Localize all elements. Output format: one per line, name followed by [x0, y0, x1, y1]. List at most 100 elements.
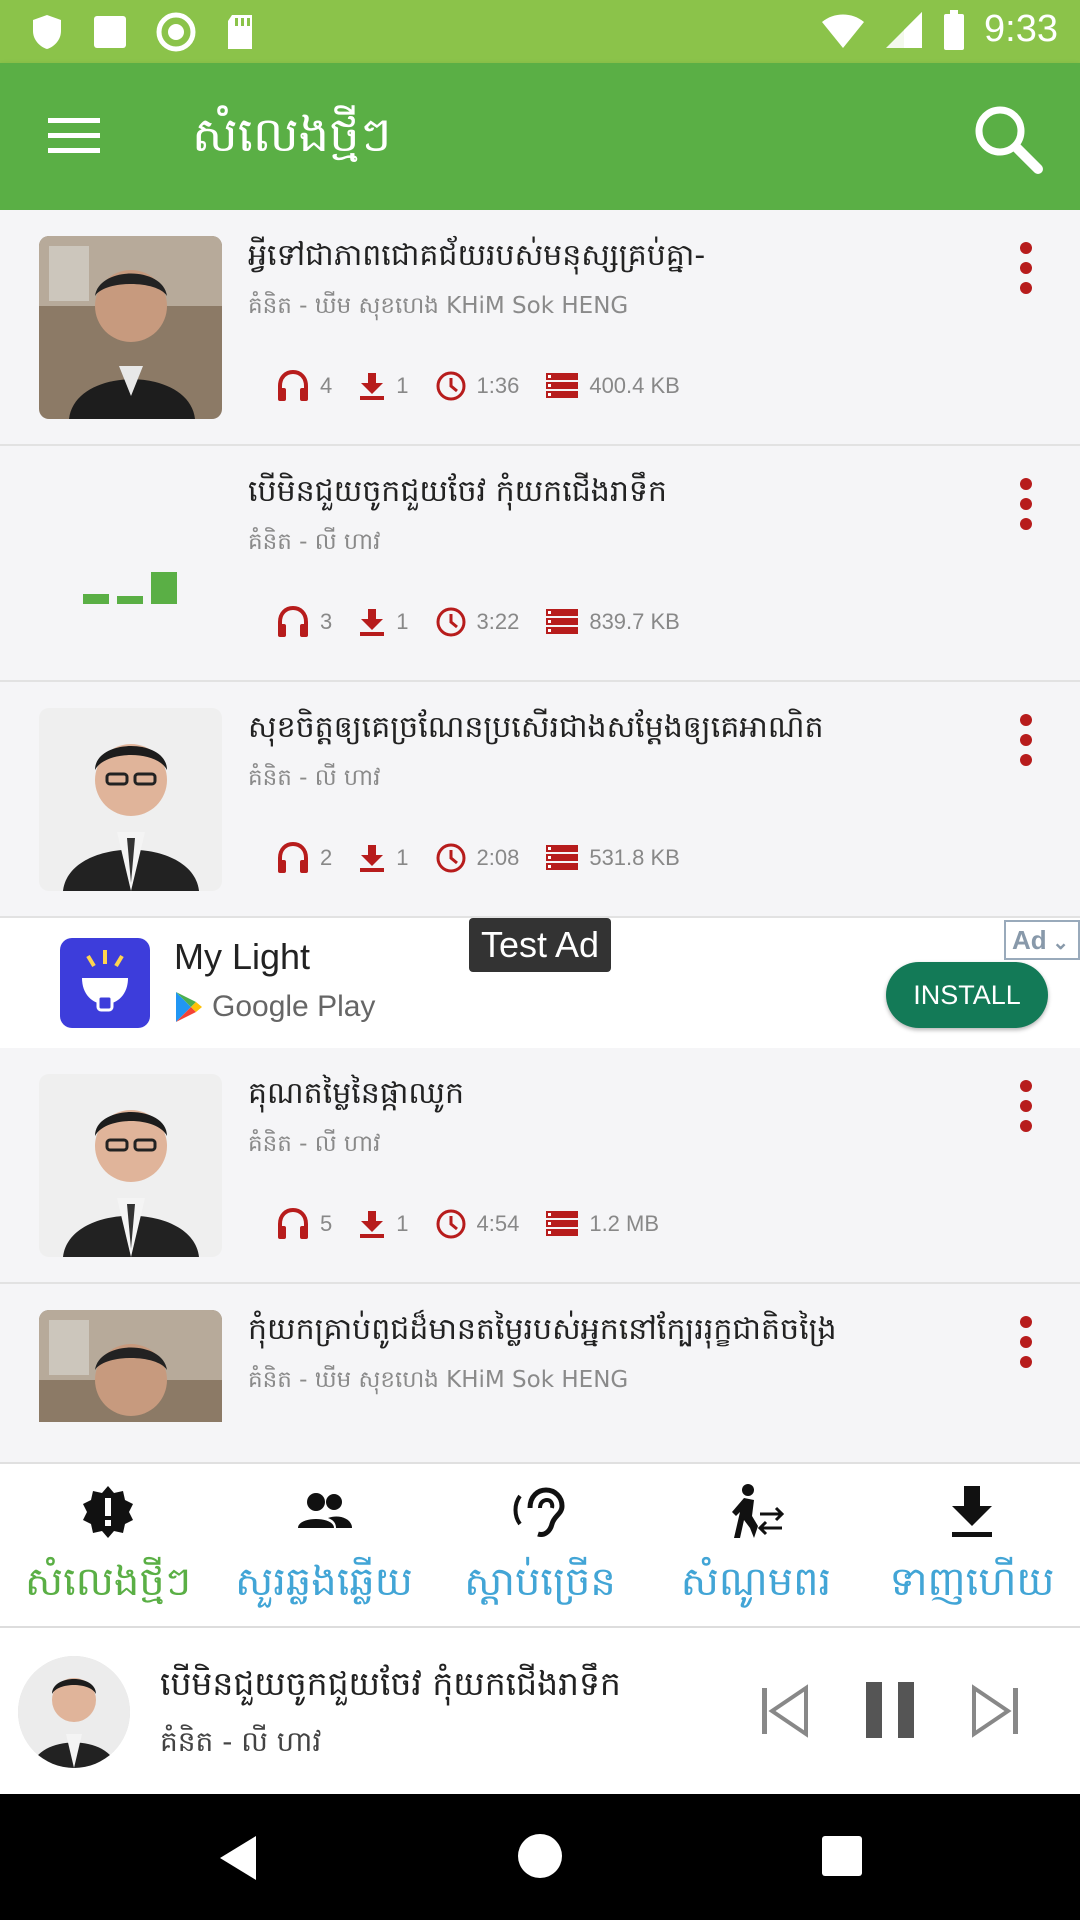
file-size: 400.4 KB [589, 373, 680, 398]
tab-label: សំលេងថ្មីៗ [24, 1559, 191, 1605]
thumbnail [39, 1074, 222, 1257]
headphones-icon [278, 842, 308, 873]
item-title: កុំយកគ្រាប់ពូជដ៏មានតម្លៃរបស់អ្នកនៅក្បែររ… [248, 1312, 837, 1347]
clock-icon [436, 1209, 465, 1239]
tab-qa[interactable]: សួរឆ្លងឆ្លើយ [216, 1464, 432, 1628]
thumbnail [39, 1310, 222, 1422]
ad-store-label: Google Play [212, 990, 376, 1023]
storage-icon [546, 845, 579, 870]
item-author: គំនិត - លី ហាវ [248, 765, 381, 791]
item-stats: 5 1 4:54 1.2 MB [276, 1208, 685, 1240]
headphones-icon [278, 1208, 308, 1239]
item-author: គំនិត - លី ហាវ [248, 529, 381, 555]
now-playing-icon [39, 472, 222, 655]
download-small-icon [360, 373, 385, 400]
headphones-icon [278, 606, 308, 637]
square-icon [94, 16, 126, 48]
listen-count: 2 [320, 845, 333, 870]
skip-previous-icon[interactable] [758, 1682, 812, 1740]
battery-icon [944, 9, 965, 50]
install-button[interactable]: INSTALL [886, 962, 1048, 1028]
tab-label: សួរឆ្លងឆ្លើយ [235, 1559, 413, 1605]
more-vert-icon[interactable] [1016, 1078, 1036, 1134]
test-ad-label: Test Ad [469, 918, 611, 972]
listen-count: 5 [320, 1211, 333, 1236]
more-vert-icon[interactable] [1016, 712, 1036, 768]
item-title: អ្វីទៅជាភាពជោគជ័យរបស់មនុស្សគ្រប់គ្នា- [248, 238, 706, 273]
file-size: 531.8 KB [589, 845, 680, 870]
download-small-icon [360, 609, 385, 636]
item-author: គំនិត - ឃីម សុខហេង KHiM Sok HENG [248, 293, 629, 319]
status-time: 9:33 [984, 8, 1058, 50]
duration: 4:54 [476, 1211, 520, 1236]
more-vert-icon[interactable] [1016, 1314, 1036, 1370]
player-title: បើមិនជួយចូកជួយចែវ កុំយកជើងរាទឹក [160, 1664, 621, 1703]
list-item[interactable]: សុខចិត្តឲ្យគេច្រណែនប្រសើរជាងសម្ដែងឲ្យគេអ… [0, 682, 1080, 918]
clock-icon [436, 843, 465, 873]
tab-new[interactable]: សំលេងថ្មីៗ [0, 1464, 216, 1628]
duration: 2:08 [476, 845, 520, 870]
file-size: 839.7 KB [589, 609, 680, 634]
more-vert-icon[interactable] [1016, 240, 1036, 296]
download-count: 1 [396, 373, 409, 398]
download-small-icon [360, 1211, 385, 1238]
more-vert-icon[interactable] [1016, 476, 1036, 532]
request-icon [732, 1484, 785, 1538]
download-small-icon [360, 845, 385, 872]
chevron-down-icon: ⌄ [1046, 932, 1069, 954]
tab-request[interactable]: សំណូមពរ [648, 1464, 864, 1628]
list-item[interactable]: កុំយកគ្រាប់ពូជដ៏មានតម្លៃរបស់អ្នកនៅក្បែររ… [0, 1284, 1080, 1462]
item-stats: 2 1 2:08 531.8 KB [276, 842, 706, 874]
item-author: គំនិត - ឃីម សុខហេង KHiM Sok HENG [248, 1367, 629, 1393]
tab-label: ស្ដាប់ច្រើន [464, 1559, 616, 1605]
list-item[interactable]: គុណតម្លៃនៃផ្កាឈូក គំនិត - លី ហាវ 5 1 4:5… [0, 1048, 1080, 1284]
listen-count: 4 [320, 373, 333, 398]
duration: 3:22 [476, 609, 520, 634]
storage-icon [546, 609, 579, 634]
status-right-icons: 9:33 [820, 8, 1058, 51]
skip-next-icon[interactable] [968, 1682, 1022, 1740]
mini-player[interactable]: បើមិនជួយចូកជួយចែវ កុំយកជើងរាទឹក គំនិត - … [0, 1626, 1080, 1794]
menu-icon[interactable] [48, 116, 100, 156]
recent-apps-icon[interactable] [822, 1836, 862, 1876]
bottom-navigation: សំលេងថ្មីៗ សួរឆ្លងឆ្លើយ ស្ដាប់ច្រើន សំណូ… [0, 1462, 1080, 1626]
clock-icon [436, 371, 465, 401]
duration: 1:36 [476, 373, 520, 398]
thumbnail [39, 236, 222, 419]
item-author: គំនិត - លី ហាវ [248, 1131, 381, 1157]
listen-count: 3 [320, 609, 333, 634]
download-icon [952, 1486, 992, 1537]
ad-store: Google Play [174, 990, 375, 1024]
ad-badge[interactable]: Ad ⌄ [1004, 920, 1080, 960]
tab-most-listened[interactable]: ស្ដាប់ច្រើន [432, 1464, 648, 1628]
clock-icon [436, 607, 465, 637]
back-icon[interactable] [216, 1834, 260, 1882]
ad-app-icon[interactable] [60, 938, 150, 1028]
file-size: 1.2 MB [589, 1211, 660, 1236]
download-count: 1 [396, 1211, 409, 1236]
sd-card-icon [228, 15, 252, 49]
status-left-icons [30, 12, 256, 52]
play-store-icon [176, 992, 202, 1022]
audio-list[interactable]: អ្វីទៅជាភាពជោគជ័យរបស់មនុស្សគ្រប់គ្នា- គំ… [0, 210, 1080, 1462]
list-item[interactable]: បើមិនជួយចូកជួយចែវ កុំយកជើងរាទឹក គំនិត - … [0, 446, 1080, 682]
thumbnail [39, 708, 222, 891]
ad-banner[interactable]: My Light Google Play Test Ad Ad ⌄ INSTAL… [0, 918, 1080, 1048]
storage-icon [546, 373, 579, 398]
headphones-icon [278, 370, 308, 401]
status-bar: 9:33 [0, 0, 1080, 63]
system-navigation-bar [0, 1794, 1080, 1920]
pause-icon[interactable] [864, 1680, 918, 1740]
page-title: សំលេងថ្មីៗ [192, 107, 392, 163]
circle-icon [156, 12, 196, 52]
download-count: 1 [396, 609, 409, 634]
search-icon[interactable] [972, 103, 1044, 175]
tab-downloaded[interactable]: ទាញហើយ [864, 1464, 1080, 1628]
home-icon[interactable] [518, 1834, 562, 1878]
tab-label: សំណូមពរ [680, 1559, 832, 1605]
people-icon [298, 1493, 352, 1528]
download-count: 1 [396, 845, 409, 870]
shield-icon [33, 15, 61, 49]
list-item[interactable]: អ្វីទៅជាភាពជោគជ័យរបស់មនុស្សគ្រប់គ្នា- គំ… [0, 210, 1080, 446]
item-stats: 4 1 1:36 400.4 KB [276, 370, 706, 402]
